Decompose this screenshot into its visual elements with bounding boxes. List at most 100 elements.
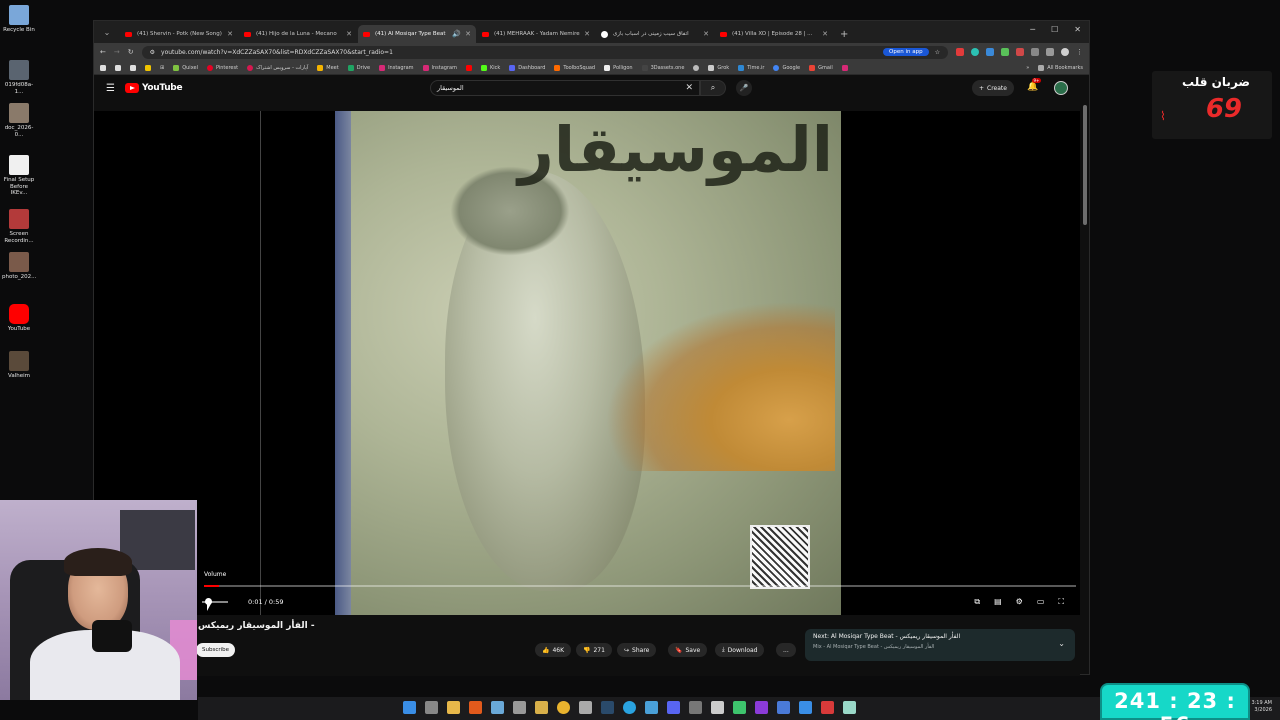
- desktop-icon-doc[interactable]: doc_2026-0...: [2, 103, 36, 138]
- extension-icon[interactable]: [971, 48, 979, 56]
- desktop-icon-photo[interactable]: photo_202...: [2, 252, 36, 281]
- more-actions-button[interactable]: ...: [776, 643, 796, 657]
- close-icon[interactable]: ✕: [227, 30, 233, 38]
- menu-kebab-icon[interactable]: ⋮: [1076, 48, 1083, 56]
- share-button[interactable]: ↪ Share: [617, 643, 657, 657]
- tab-mehraak[interactable]: (41) MEHRAAK - Yadam Nemire ✕: [477, 25, 595, 43]
- video-player[interactable]: الموسيقار Volume 0:01 / 0:59 ⧉ ▤ ⚙ ▭ ⛶: [94, 111, 1080, 615]
- close-icon[interactable]: ✕: [703, 30, 709, 38]
- desktop-icon-file[interactable]: 019fd08a-1...: [2, 60, 36, 95]
- chevron-down-icon[interactable]: ⌄: [1058, 639, 1065, 648]
- like-button[interactable]: 👍 46K: [535, 643, 572, 657]
- bookmark-toolbosquad[interactable]: ToolboSquad: [554, 64, 595, 71]
- tab-google-search[interactable]: اتفاق سیب زمینی در اسباب بازی ✕: [596, 25, 714, 43]
- tab-al-mosiqar[interactable]: (41) Al Mosiqar Type Beat 🔊 ✕: [358, 25, 476, 43]
- bookmark-instagram-3[interactable]: [841, 64, 848, 71]
- dislike-button[interactable]: 👎 271: [576, 643, 612, 657]
- youtube-logo[interactable]: YouTube: [124, 83, 183, 93]
- site-info-icon[interactable]: ⚙: [150, 49, 155, 56]
- forward-icon[interactable]: →: [114, 48, 120, 56]
- file-explorer-icon[interactable]: [447, 701, 460, 714]
- task-view-icon[interactable]: [425, 701, 438, 714]
- steam-icon[interactable]: [601, 701, 614, 714]
- voice-search-button[interactable]: 🎤: [736, 80, 752, 96]
- bookmark-instagram[interactable]: Instagram: [379, 64, 414, 71]
- hamburger-menu-icon[interactable]: ☰: [106, 83, 115, 94]
- bookmark-youtube[interactable]: [465, 64, 472, 71]
- bookmark-quixel[interactable]: Quixel: [173, 64, 198, 71]
- notifications-button[interactable]: 🔔 9+: [1027, 78, 1041, 92]
- bookmark-google[interactable]: Google: [773, 64, 800, 71]
- app-icon[interactable]: [821, 701, 834, 714]
- captions-icon[interactable]: ▤: [994, 597, 1002, 607]
- url-field[interactable]: ⚙ youtube.com/watch?v=XdCZZaSAX70&list=R…: [141, 45, 948, 59]
- bookmark-grok[interactable]: Grok: [708, 64, 729, 71]
- desktop-icon-recycle-bin[interactable]: Recycle Bin: [2, 5, 36, 34]
- open-in-app-button[interactable]: Open in app: [883, 48, 929, 56]
- bookmark-item[interactable]: [100, 64, 106, 71]
- fullscreen-icon[interactable]: ⛶: [1058, 597, 1064, 607]
- extension-icon[interactable]: [956, 48, 964, 56]
- tab-shervin[interactable]: (41) Shervin - Potk (New Song) ✕: [120, 25, 238, 43]
- desktop-icon-screen-recording[interactable]: Screen Recordin...: [2, 209, 36, 244]
- search-input[interactable]: الموسیقار ✕: [430, 80, 700, 96]
- download-button[interactable]: ⤓ Download: [715, 643, 765, 657]
- rider-icon[interactable]: [755, 701, 768, 714]
- bookmark-instagram-2[interactable]: Instagram: [422, 64, 457, 71]
- app-icon[interactable]: [711, 701, 724, 714]
- bookmark-time-ir[interactable]: Time.ir: [738, 64, 764, 71]
- extension-icon[interactable]: [1031, 48, 1039, 56]
- bookmark-item[interactable]: [115, 64, 121, 71]
- telegram-icon[interactable]: [623, 701, 636, 714]
- speaker-icon[interactable]: 🔊: [452, 30, 461, 38]
- tab-hijo-de-la-luna[interactable]: (41) Hijo de la Luna - Mecano ✕: [239, 25, 357, 43]
- apps-grid-icon[interactable]: ⊞: [160, 65, 164, 71]
- page-scrollbar[interactable]: [1083, 85, 1088, 235]
- app-icon[interactable]: [689, 701, 702, 714]
- clear-search-icon[interactable]: ✕: [685, 83, 693, 93]
- app-icon[interactable]: [579, 701, 592, 714]
- save-button[interactable]: 🔖 Save: [668, 643, 708, 657]
- bookmark-item[interactable]: [130, 64, 136, 71]
- reload-icon[interactable]: ↻: [128, 48, 134, 56]
- extension-icon[interactable]: [1016, 48, 1024, 56]
- miniplayer-icon[interactable]: ⧉: [974, 597, 980, 607]
- windows-start-icon[interactable]: [403, 701, 416, 714]
- tab-villa-xo[interactable]: (41) Villa XO | Episode 28 | ... ✕: [715, 25, 833, 43]
- extension-icon[interactable]: [1001, 48, 1009, 56]
- bookmark-item[interactable]: [145, 64, 151, 71]
- bookmark-gmail[interactable]: Gmail: [809, 64, 833, 71]
- discord-icon[interactable]: [667, 701, 680, 714]
- system-tray-clock[interactable]: 3:19 AM 3/2026: [1251, 700, 1272, 713]
- close-icon[interactable]: ✕: [584, 30, 590, 38]
- all-bookmarks-button[interactable]: All Bookmarks: [1038, 64, 1083, 71]
- desktop-icon-valheim[interactable]: Valheim: [2, 351, 36, 380]
- extensions-puzzle-icon[interactable]: [1046, 48, 1054, 56]
- progress-bar[interactable]: [204, 585, 1076, 587]
- app-icon[interactable]: [733, 701, 746, 714]
- app-icon[interactable]: [491, 701, 504, 714]
- bookmark-kick[interactable]: Kick: [480, 64, 500, 71]
- maximize-icon[interactable]: ☐: [1051, 25, 1058, 34]
- bookmark-polligon[interactable]: Polligon: [604, 64, 633, 71]
- settings-gear-icon[interactable]: ⚙: [1016, 597, 1023, 607]
- minimize-icon[interactable]: ─: [1030, 25, 1035, 34]
- back-icon[interactable]: ←: [100, 48, 106, 56]
- app-icon[interactable]: [843, 701, 856, 714]
- close-icon[interactable]: ✕: [346, 30, 352, 38]
- bookmark-star-icon[interactable]: ☆: [935, 49, 940, 56]
- search-app-icon[interactable]: [469, 701, 482, 714]
- app-icon[interactable]: [777, 701, 790, 714]
- chrome-icon[interactable]: [557, 701, 570, 714]
- account-avatar[interactable]: [1054, 81, 1068, 95]
- close-window-icon[interactable]: ✕: [1074, 25, 1081, 34]
- scrollbar-thumb[interactable]: [1083, 105, 1087, 225]
- volume-slider[interactable]: [202, 598, 228, 605]
- bookmark-aparat[interactable]: آپارات - سرویس اشتراک: [247, 64, 308, 71]
- next-video-card[interactable]: Next: Al Mosiqar Type Beat - الفأر الموس…: [805, 629, 1075, 661]
- settings-icon[interactable]: [513, 701, 526, 714]
- bookmark-meet[interactable]: Meet: [317, 64, 339, 71]
- bookmarks-overflow-icon[interactable]: »: [1026, 65, 1029, 71]
- extension-icon[interactable]: [986, 48, 994, 56]
- app-icon[interactable]: [799, 701, 812, 714]
